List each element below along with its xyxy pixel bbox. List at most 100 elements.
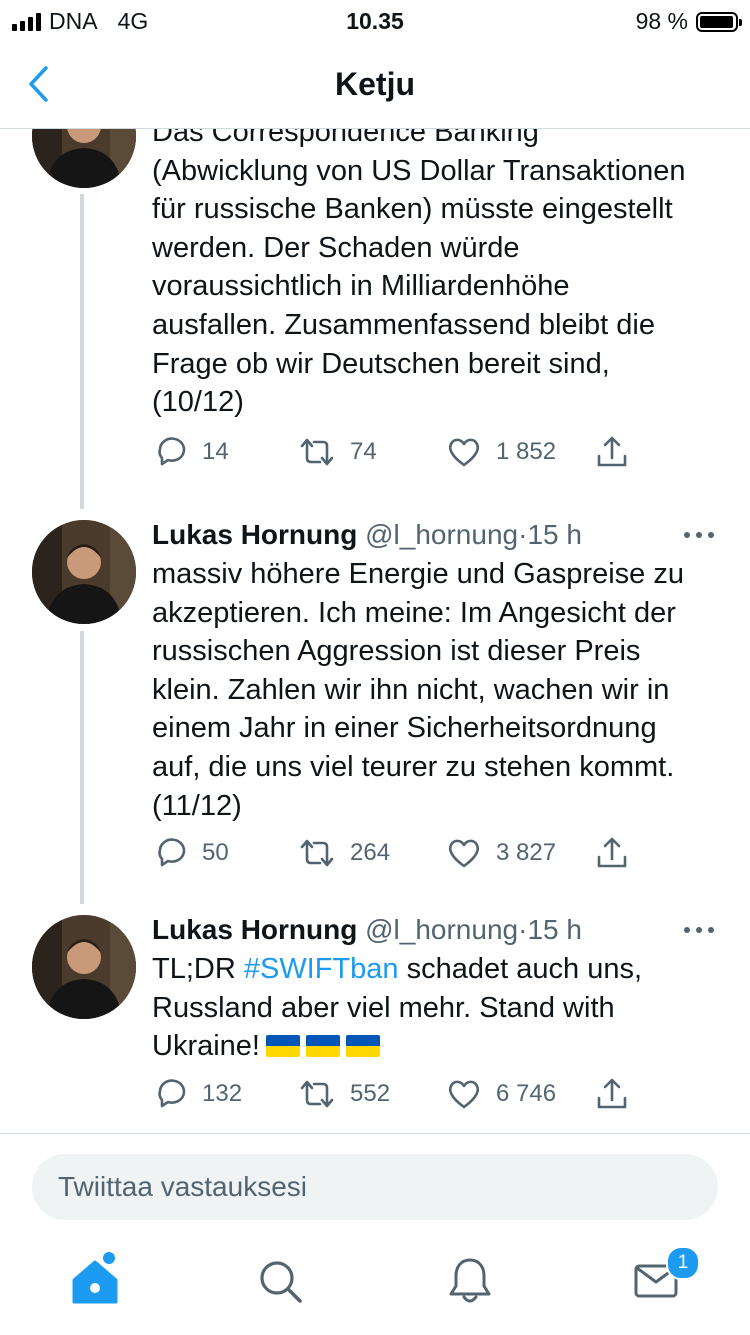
notifications-icon (449, 1258, 491, 1303)
tweet-line: TL;DR #SWIFTban schadet auch uns, (152, 950, 732, 989)
retweet-button[interactable]: 552 (298, 1076, 390, 1112)
tweet-time: 15 h (527, 914, 582, 945)
ukraine-flag-emoji (306, 1035, 340, 1058)
author-name[interactable]: Lukas Hornung (152, 914, 357, 945)
tweet-line: Das Correspondence Banking (152, 129, 539, 148)
reply-icon (158, 437, 186, 466)
retweet-icon (300, 1080, 334, 1108)
author-name[interactable]: Lukas Hornung (152, 519, 357, 550)
reply-button[interactable]: 132 (152, 1076, 242, 1112)
tweet-text: TL;DR #SWIFTban schadet auch uns, Russla… (152, 950, 732, 1066)
more-button[interactable] (682, 920, 716, 940)
status-bar: DNA 4G 10.35 98 % (0, 0, 750, 40)
tweet-line: Russland aber viel mehr. Stand with (152, 991, 615, 1024)
search-icon (260, 1261, 302, 1303)
retweet-count: 552 (350, 1080, 391, 1107)
author-handle[interactable]: @l_hornung (365, 519, 518, 550)
retweet-button[interactable]: 74 (298, 434, 377, 470)
reply-input[interactable] (32, 1154, 718, 1220)
ukraine-flag-emoji (266, 1035, 300, 1058)
reply-count: 50 (202, 839, 229, 866)
like-count: 6 746 (496, 1080, 557, 1107)
avatar-photo (32, 520, 136, 624)
retweet-icon (300, 839, 334, 867)
tweet-line: für russische Banken) müsste eingestellt (152, 193, 673, 226)
tab-bar: 1 (0, 1246, 750, 1322)
tweet-time: 15 h (527, 519, 582, 550)
avatar-photo (32, 915, 136, 1019)
reply-count: 132 (202, 1080, 243, 1107)
more-icon (684, 927, 714, 933)
tab-notifications[interactable] (440, 1250, 500, 1310)
tweet-text: massiv höhere Energie und Gaspreise zu a… (152, 555, 732, 825)
share-button[interactable] (594, 434, 644, 470)
page-title: Ketju (335, 66, 415, 102)
reply-button[interactable]: 50 (152, 835, 229, 871)
like-icon (448, 438, 480, 467)
tweet-line: (11/12) (152, 789, 242, 822)
tweet-text-suffix: schadet auch uns, (398, 953, 643, 985)
tweet-line: klein. Zahlen wir ihn nicht, wachen wir … (152, 673, 670, 706)
battery-percent: 98 % (635, 8, 688, 34)
tweet-line: (Abwicklung von US Dollar Transaktionen (152, 154, 686, 187)
thread-line (80, 194, 84, 509)
tweet-line: (10/12) (152, 386, 244, 419)
retweet-button[interactable]: 264 (298, 835, 390, 871)
retweet-count: 264 (350, 839, 391, 866)
like-icon (448, 839, 480, 868)
battery-icon (696, 11, 742, 32)
reply-button[interactable]: 14 (152, 434, 229, 470)
like-button[interactable]: 1 852 (446, 434, 556, 470)
tweet-actions: 14 74 1 852 (152, 434, 652, 474)
thread-line (80, 631, 84, 904)
reply-icon (158, 1079, 186, 1108)
share-button[interactable] (594, 1076, 644, 1112)
tweet-text-prefix: TL;DR (152, 953, 244, 985)
tweet-line: ausfallen. Zusammenfassend bleibt die (152, 308, 655, 341)
retweet-count: 74 (350, 438, 377, 465)
thread-feed[interactable]: Das Correspondence Banking (Abwicklung v… (0, 129, 750, 1133)
avatar[interactable] (32, 915, 136, 1019)
tweet-line: akzeptieren. Ich meine: Im Angesicht der (152, 596, 676, 629)
like-button[interactable]: 6 746 (446, 1076, 556, 1112)
share-icon (597, 436, 627, 467)
tweet-line: Ukraine! (152, 1027, 732, 1066)
tweet-header: Lukas Hornung @l_hornung·15 h (152, 519, 582, 551)
tweet-line: auf, die uns viel teurer zu stehen kommt… (152, 750, 675, 783)
tweet-text: Das Correspondence Banking (Abwicklung v… (152, 129, 732, 422)
hashtag-link[interactable]: #SWIFTban (244, 953, 399, 985)
tweet-header: Lukas Hornung @l_hornung·15 h (152, 914, 582, 946)
like-count: 3 827 (496, 839, 557, 866)
reply-count: 14 (202, 438, 229, 465)
tab-home[interactable] (66, 1250, 126, 1310)
retweet-icon (300, 438, 334, 466)
share-button[interactable] (594, 835, 644, 871)
more-icon (684, 532, 714, 538)
reply-icon (158, 838, 186, 867)
like-icon (448, 1080, 480, 1109)
tweet-line: massiv höhere Energie und Gaspreise zu (152, 558, 684, 590)
messages-badge: 1 (666, 1246, 700, 1280)
tweet[interactable]: Lukas Hornung @l_hornung·15 h massiv höh… (0, 509, 750, 904)
avatar[interactable] (32, 129, 136, 188)
tweet-actions: 50 264 3 827 (152, 835, 652, 875)
tweet[interactable]: Das Correspondence Banking (Abwicklung v… (0, 129, 750, 509)
tweet[interactable]: Lukas Hornung @l_hornung·15 h TL;DR #SWI… (0, 904, 750, 1133)
like-button[interactable]: 3 827 (446, 835, 556, 871)
tweet-text-end: Ukraine! (152, 1030, 260, 1063)
avatar-photo (32, 129, 136, 188)
ukraine-flag-emoji (346, 1035, 380, 1058)
tab-search[interactable] (250, 1250, 310, 1310)
bottom-area: 1 (0, 1133, 750, 1335)
home-icon (72, 1252, 118, 1304)
tweet-line: werden. Der Schaden würde (152, 231, 520, 264)
share-icon (597, 1078, 627, 1109)
tweet-actions: 132 552 6 746 (152, 1076, 652, 1116)
tweet-line: einem Jahr in einer Sicherheitsordnung (152, 712, 657, 745)
like-count: 1 852 (496, 438, 557, 465)
author-handle[interactable]: @l_hornung (365, 914, 518, 945)
share-icon (597, 837, 627, 868)
avatar[interactable] (32, 520, 136, 624)
more-button[interactable] (682, 525, 716, 545)
navigation-bar: Ketju (0, 40, 750, 129)
